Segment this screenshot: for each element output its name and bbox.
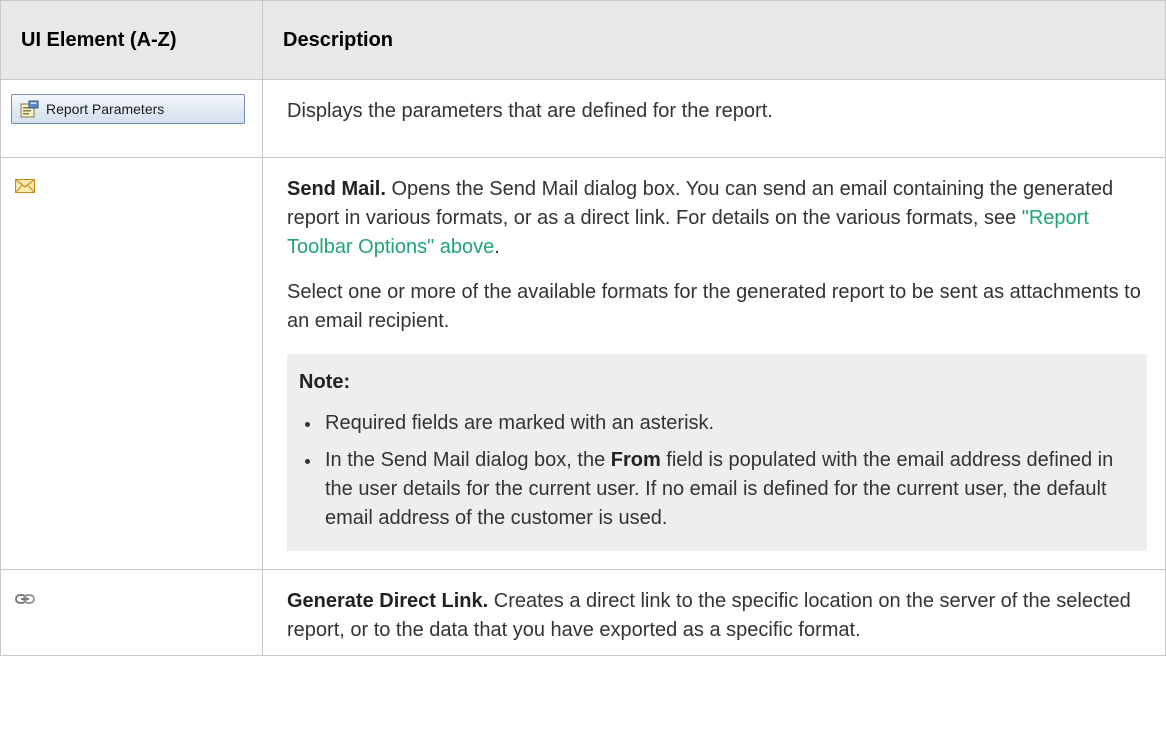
column-header-ui-element: UI Element (A-Z): [0, 0, 263, 80]
ui-elements-table: UI Element (A-Z) Description Report Para…: [0, 0, 1166, 656]
note-item-required-fields: Required fields are marked with an aster…: [325, 412, 715, 434]
report-parameters-button-label: Report Parameters: [46, 101, 165, 117]
mail-envelope-icon: [15, 176, 35, 199]
ui-element-cell: Report Parameters: [0, 79, 263, 158]
table-row: Generate Direct Link. Creates a direct l…: [0, 569, 1166, 656]
column-header-description: Description: [262, 0, 1166, 80]
send-mail-title: Send Mail.: [287, 178, 386, 200]
description-cell: Displays the parameters that are defined…: [262, 79, 1166, 158]
table-row: Report Parameters Displays the parameter…: [0, 79, 1166, 158]
list-item: In the Send Mail dialog box, the From fi…: [299, 446, 1137, 533]
note-box: Note: Required fields are marked with an…: [287, 354, 1147, 551]
send-mail-text-end: .: [494, 236, 500, 258]
table-row: Send Mail. Opens the Send Mail dialog bo…: [0, 157, 1166, 570]
description-cell: Generate Direct Link. Creates a direct l…: [262, 569, 1166, 656]
note-item-from-pre: In the Send Mail dialog box, the: [325, 449, 611, 471]
generate-direct-link-description: Generate Direct Link. Creates a direct l…: [287, 587, 1147, 645]
send-mail-formats-text: Select one or more of the available form…: [287, 281, 1141, 332]
note-list: Required fields are marked with an aster…: [299, 409, 1137, 533]
ui-element-cell: [0, 157, 263, 570]
ui-element-cell: [0, 569, 263, 656]
report-parameters-button[interactable]: Report Parameters: [11, 94, 245, 124]
send-mail-text: Opens the Send Mail dialog box. You can …: [287, 178, 1114, 229]
note-item-from-field: From: [610, 449, 661, 471]
send-mail-description: Send Mail. Opens the Send Mail dialog bo…: [287, 175, 1147, 262]
report-parameters-icon: [20, 100, 39, 118]
table-header-row: UI Element (A-Z) Description: [0, 0, 1166, 80]
chain-link-icon: [15, 588, 35, 611]
list-item: Required fields are marked with an aster…: [299, 409, 1137, 438]
report-parameters-description: Displays the parameters that are defined…: [287, 100, 773, 122]
note-title: Note:: [299, 371, 351, 393]
generate-direct-link-title: Generate Direct Link.: [287, 590, 489, 612]
description-cell: Send Mail. Opens the Send Mail dialog bo…: [262, 157, 1166, 570]
